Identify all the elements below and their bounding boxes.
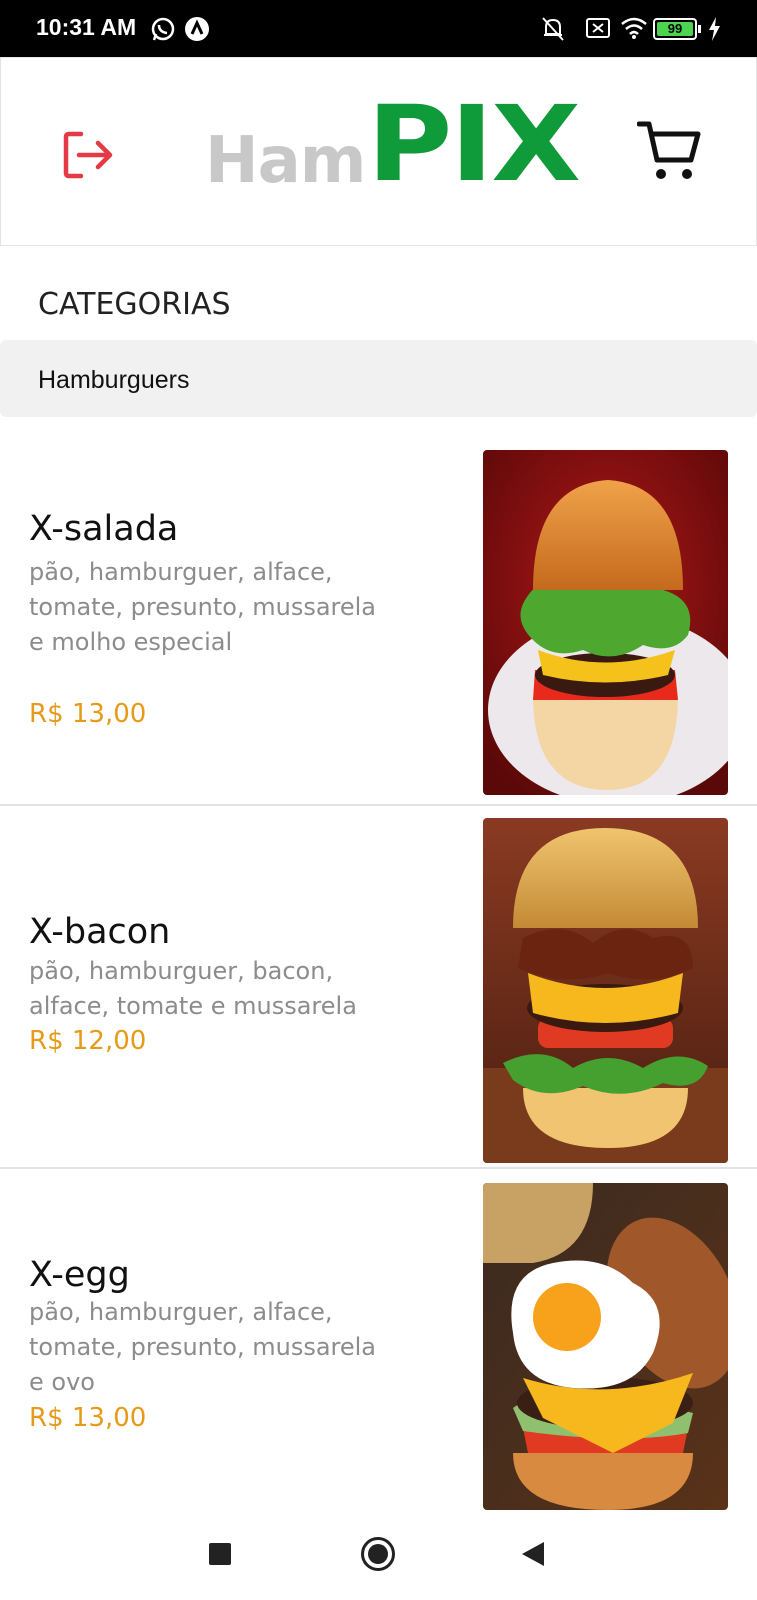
burger-photo-x-bacon [483, 818, 728, 1163]
burger-photo-x-salada [483, 450, 728, 795]
product-price: R$ 12,00 [29, 1026, 147, 1056]
product-card[interactable]: X-salada pão, hamburguer, alface, tomate… [0, 447, 757, 806]
mute-bell-icon [542, 17, 564, 41]
app-header: Ham PIX [0, 57, 757, 246]
product-name: X-egg [29, 1255, 130, 1295]
status-bar: 10:31 AM 99 [0, 0, 757, 57]
product-divider [0, 1167, 757, 1169]
logout-button[interactable] [61, 128, 115, 182]
cart-button[interactable] [636, 120, 701, 182]
product-description: pão, hamburguer, bacon, alface, tomate e… [29, 957, 357, 1020]
product-price: R$ 13,00 [29, 699, 147, 729]
battery-level: 99 [657, 22, 693, 36]
logout-icon [63, 131, 113, 179]
recents-square-icon [209, 1543, 231, 1565]
category-selector[interactable]: Hamburguers [0, 340, 757, 417]
hampix-logo: Ham PIX [201, 92, 591, 206]
product-card[interactable]: X-egg pão, hamburguer, alface, tomate, p… [0, 1171, 757, 1510]
category-selected-label: Hamburguers [38, 366, 190, 394]
logo-ham-text: Ham [205, 124, 366, 198]
product-card[interactable]: X-bacon pão, hamburguer, bacon, alface, … [0, 808, 757, 1169]
recents-button[interactable] [208, 1542, 232, 1566]
charging-icon [709, 17, 720, 41]
product-divider [0, 804, 757, 806]
cart-icon [636, 121, 701, 179]
battery-icon: 99 [653, 18, 697, 40]
app-notification-icon [185, 17, 209, 41]
product-price: R$ 13,00 [29, 1403, 147, 1433]
product-name: X-bacon [29, 912, 171, 952]
categories-title: CATEGORIAS [38, 287, 231, 322]
whatsapp-icon [151, 17, 175, 41]
battery-cap [698, 25, 701, 33]
logo-pix-text: PIX [367, 83, 581, 205]
system-nav-bar [0, 1510, 757, 1600]
product-name: X-salada [29, 509, 179, 549]
status-time: 10:31 AM [36, 14, 137, 40]
product-image [483, 450, 728, 795]
product-image [483, 818, 728, 1163]
home-circle-icon [361, 1537, 395, 1571]
sim-blocked-icon [586, 18, 610, 38]
wifi-icon [621, 17, 647, 39]
burger-photo-x-egg [483, 1183, 728, 1510]
product-image [483, 1183, 728, 1510]
home-button[interactable] [360, 1536, 396, 1572]
back-triangle-icon [522, 1542, 544, 1566]
product-description: pão, hamburguer, alface, tomate, presunt… [29, 558, 377, 656]
product-description: pão, hamburguer, alface, tomate, presunt… [29, 1298, 377, 1396]
back-button[interactable] [520, 1540, 546, 1568]
